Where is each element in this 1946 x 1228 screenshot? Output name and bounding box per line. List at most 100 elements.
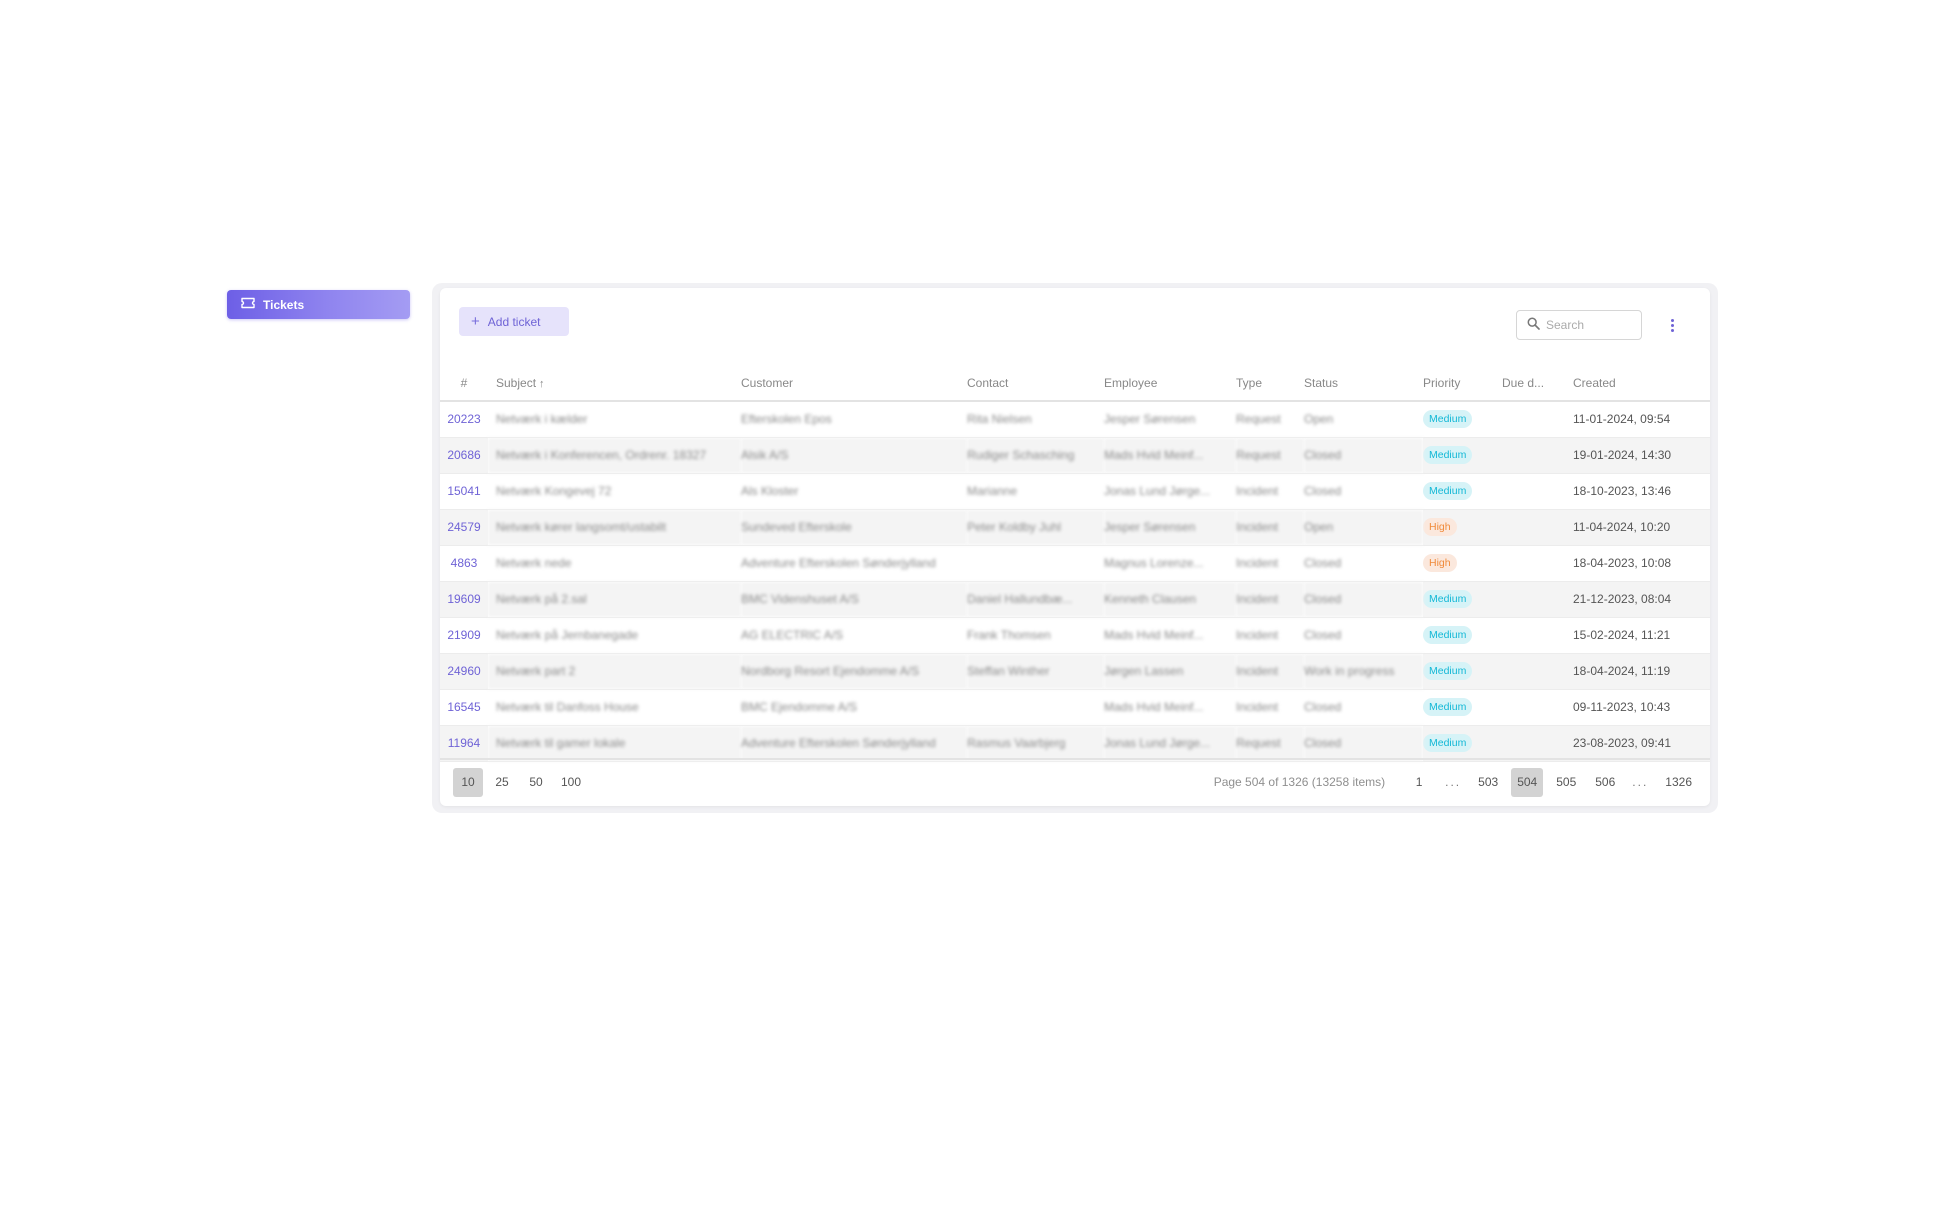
search-input[interactable]	[1546, 318, 1626, 332]
table-row[interactable]: 20686 Netværk i Konferencen, Ordrenr. 183…	[440, 437, 1710, 474]
cell-employee: Jonas Lund Jørge...	[1104, 473, 1236, 510]
table-row[interactable]: 19609 Netværk på 2.sal BMC Videnshuset A/S…	[440, 581, 1710, 618]
sidebar-item-label: Tickets	[263, 297, 305, 312]
ticket-id-link[interactable]: 15041	[440, 473, 488, 510]
column-header-status[interactable]: Status	[1304, 366, 1423, 402]
cell-subject: Netværk part 2	[488, 653, 741, 690]
plus-icon: +	[471, 313, 480, 330]
cell-subject: Netværk på Jernbanegade	[488, 617, 741, 654]
cell-employee: Magnus Lorenze...	[1104, 545, 1236, 582]
sort-ascending-icon: ↑	[539, 378, 545, 390]
add-ticket-button[interactable]: + Add ticket	[459, 307, 569, 336]
page-size-option[interactable]: 10	[453, 767, 483, 797]
cell-due-date	[1502, 581, 1573, 618]
priority-badge: Medium	[1423, 446, 1473, 464]
table-row[interactable]: 16545 Netværk til Danfoss House BMC Ejendo…	[440, 689, 1710, 726]
cell-customer: Efterskolen Epos	[741, 401, 967, 438]
cell-customer: BMC Videnshuset A/S	[741, 581, 967, 618]
cell-priority: Medium	[1423, 689, 1502, 726]
ticket-id-link[interactable]: 11964	[440, 725, 488, 762]
cell-created: 11-04-2024, 10:20	[1573, 509, 1710, 546]
cell-type: Request	[1236, 401, 1304, 438]
table-row[interactable]: 20223 Netværk i kælder Efterskolen Epos Rit…	[440, 401, 1710, 438]
table-row[interactable]: 24960 Netværk part 2 Nordborg Resort Ejend…	[440, 653, 1710, 690]
priority-badge: Medium	[1423, 662, 1473, 680]
cell-created: 15-02-2024, 11:21	[1573, 617, 1710, 654]
cell-customer: Sundeved Efterskole	[741, 509, 967, 546]
cell-priority: Medium	[1423, 401, 1502, 438]
ticket-id-link[interactable]: 20223	[440, 401, 488, 438]
priority-badge: High	[1423, 554, 1457, 572]
page-button[interactable]: 503	[1472, 768, 1504, 797]
page-size-option[interactable]: 25	[487, 768, 517, 797]
ticket-id-link[interactable]: 24960	[440, 653, 488, 690]
cell-type: Incident	[1236, 581, 1304, 618]
cell-subject: Netværk Kongevej 72	[488, 473, 741, 510]
cell-due-date	[1502, 545, 1573, 582]
cell-created: 18-10-2023, 13:46	[1573, 473, 1710, 510]
ticket-id-link[interactable]: 24579	[440, 509, 488, 546]
pagination-ellipsis: ...	[1445, 775, 1462, 789]
cell-employee: Mads Hvid Meinf...	[1104, 437, 1236, 474]
column-header-due-date[interactable]: Due d...	[1502, 366, 1573, 402]
ticket-icon	[241, 297, 263, 312]
priority-badge: Medium	[1423, 626, 1473, 644]
column-header-id[interactable]: #	[440, 366, 488, 402]
priority-badge: Medium	[1423, 410, 1473, 429]
ticket-id-link[interactable]: 20686	[440, 437, 488, 474]
ticket-id-link[interactable]: 16545	[440, 689, 488, 726]
table-row[interactable]: 4863 Netværk nede Adventure Efterskolen Sø…	[440, 545, 1710, 582]
column-header-contact[interactable]: Contact	[967, 366, 1104, 402]
cell-subject: Netværk på 2.sal	[488, 581, 741, 618]
more-options-icon[interactable]	[1668, 316, 1676, 334]
cell-contact: Steffan Winther	[967, 653, 1104, 690]
page-button[interactable]: 505	[1550, 768, 1582, 797]
cell-employee: Jonas Lund Jørge...	[1104, 725, 1236, 762]
sidebar-item-tickets[interactable]: Tickets	[227, 290, 410, 319]
ticket-id-link[interactable]: 4863	[440, 545, 488, 582]
page-button[interactable]: 506	[1589, 768, 1621, 797]
page-size-option[interactable]: 50	[521, 768, 551, 797]
column-header-priority[interactable]: Priority	[1423, 366, 1502, 402]
column-header-subject[interactable]: Subject ↑	[488, 366, 741, 402]
cell-type: Incident	[1236, 545, 1304, 582]
cell-due-date	[1502, 653, 1573, 690]
priority-badge: Medium	[1423, 590, 1473, 608]
column-header-customer[interactable]: Customer	[741, 366, 967, 402]
cell-contact: Rasmus Vaarbjerg	[967, 725, 1104, 762]
cell-customer: Als Kloster	[741, 473, 967, 510]
cell-employee: Mads Hvid Meinf...	[1104, 617, 1236, 654]
column-header-employee[interactable]: Employee	[1104, 366, 1236, 402]
table-row[interactable]: 15041 Netværk Kongevej 72 Als Kloster Maria…	[440, 473, 1710, 510]
cell-status: Work in progress	[1304, 653, 1423, 690]
cell-customer: BMC Ejendomme A/S	[741, 689, 967, 726]
cell-status: Closed	[1304, 617, 1423, 654]
cell-customer: AG ELECTRIC A/S	[741, 617, 967, 654]
cell-due-date	[1502, 437, 1573, 474]
table-row[interactable]: 11964 Netværk til gamer lokale Adventure E…	[440, 725, 1710, 762]
cell-status: Closed	[1304, 473, 1423, 510]
ticket-id-link[interactable]: 19609	[440, 581, 488, 618]
cell-subject: Netværk i kælder	[488, 401, 741, 438]
search-box[interactable]	[1516, 310, 1642, 340]
cell-priority: Medium	[1423, 725, 1502, 762]
table-row[interactable]: 21909 Netværk på Jernbanegade AG ELECTRIC …	[440, 617, 1710, 654]
priority-badge: Medium	[1423, 482, 1473, 500]
page-size-option[interactable]: 100	[555, 768, 587, 797]
cell-contact: Daniel Hallundbæ...	[967, 581, 1104, 618]
ticket-id-link[interactable]: 21909	[440, 617, 488, 654]
cell-created: 11-01-2024, 09:54	[1573, 401, 1710, 438]
page-button[interactable]: 504	[1511, 767, 1544, 797]
cell-created: 09-11-2023, 10:43	[1573, 689, 1710, 726]
cell-employee: Mads Hvid Meinf...	[1104, 689, 1236, 726]
column-header-type[interactable]: Type	[1236, 366, 1304, 402]
page-button[interactable]: 1	[1404, 768, 1434, 797]
cell-type: Request	[1236, 437, 1304, 474]
page-button[interactable]: 1326	[1659, 768, 1698, 797]
cell-type: Incident	[1236, 473, 1304, 510]
tickets-table: # Subject ↑ Customer Contact Employee Typ…	[440, 366, 1710, 762]
cell-status: Closed	[1304, 545, 1423, 582]
cell-contact: Marianne	[967, 473, 1104, 510]
table-row[interactable]: 24579 Netværk kører langsomt/ustabilt Sund…	[440, 509, 1710, 546]
column-header-created[interactable]: Created	[1573, 366, 1710, 402]
